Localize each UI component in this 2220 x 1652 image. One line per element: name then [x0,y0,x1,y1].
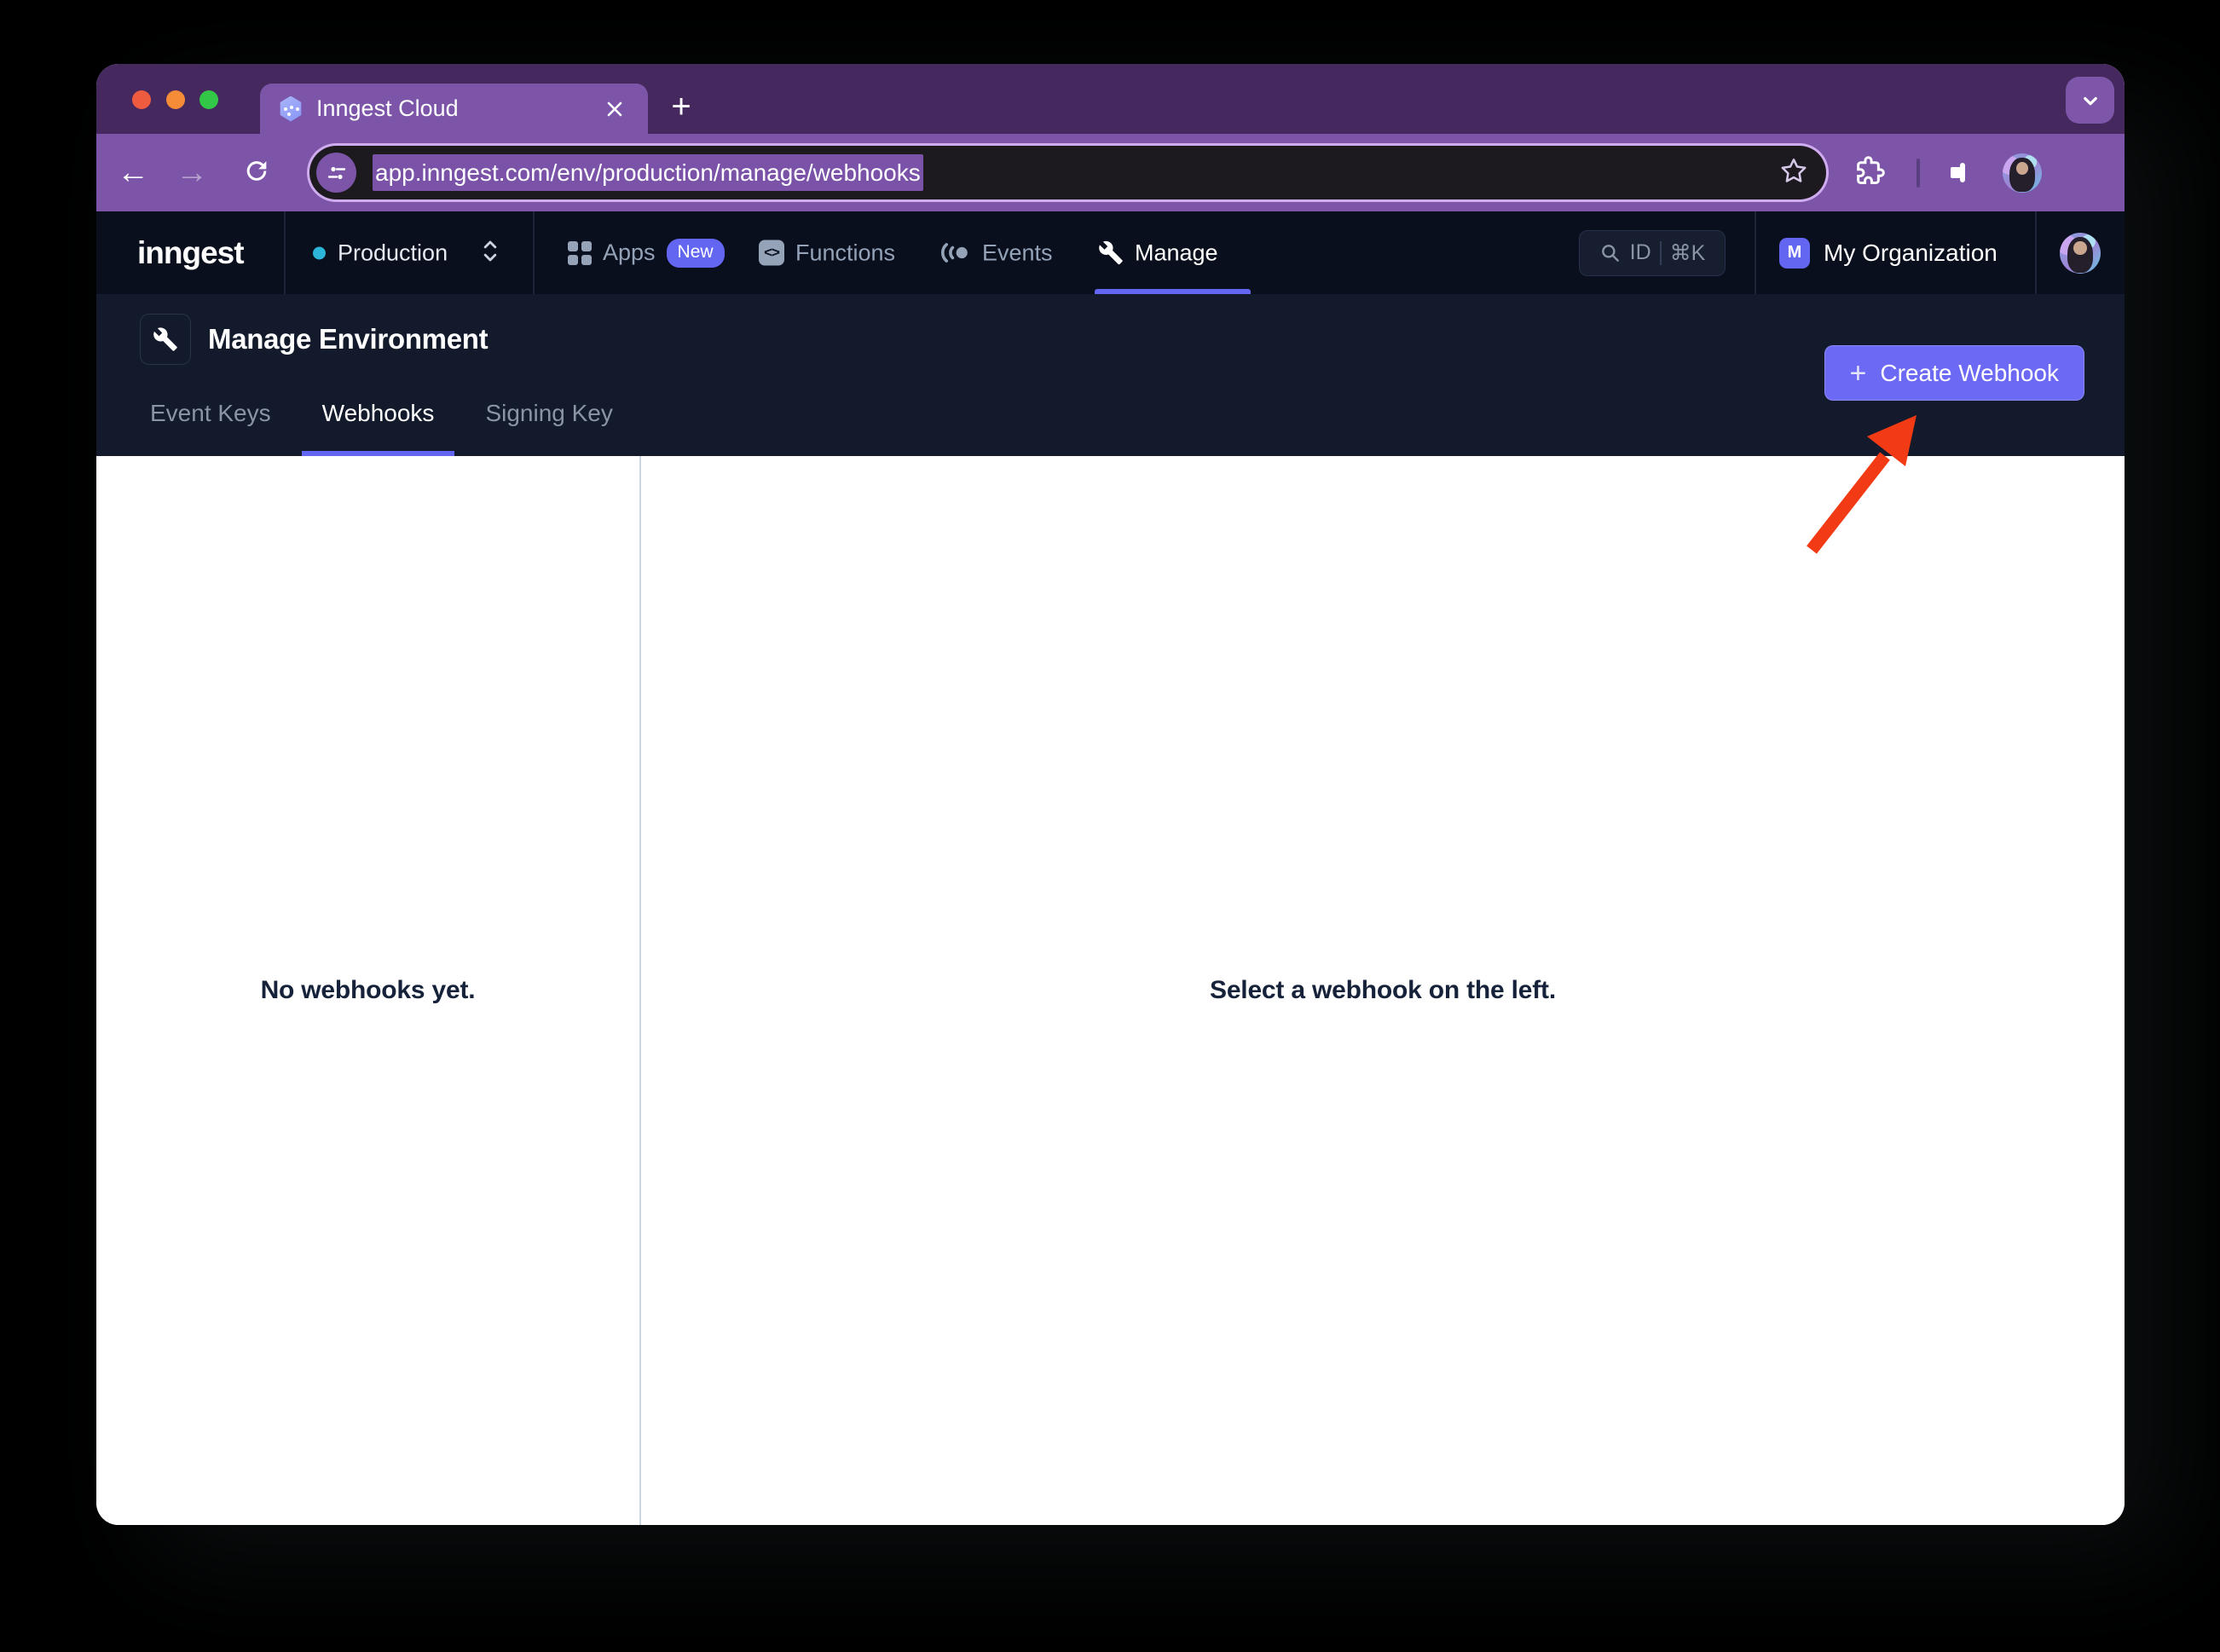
page-icon-box [140,314,191,365]
wrench-icon [153,326,178,352]
wrench-icon [1098,240,1124,266]
search-shortcut-box[interactable]: ID ⌘K [1579,230,1726,276]
nav-item-apps[interactable]: Apps New [568,239,725,268]
side-panel-button[interactable] [1960,165,1965,181]
close-window-button[interactable] [132,90,151,109]
environment-status-dot [313,246,326,259]
environment-unfold-icon[interactable] [478,236,502,269]
site-settings-button[interactable] [316,153,356,193]
nav-item-events[interactable]: Events [940,240,1053,266]
tab-search-chevron-button[interactable] [2066,77,2114,124]
tab-webhooks[interactable]: Webhooks [302,400,455,456]
back-button[interactable]: ← [117,154,149,191]
url-selected-text: app.inngest.com/env/production/manage/we… [373,154,923,191]
search-id-label: ID [1630,240,1651,265]
org-selector[interactable]: My Organization [1824,240,1997,267]
page-title: Manage Environment [208,323,488,355]
forward-button[interactable]: → [176,154,208,191]
toolbar-separator [1916,159,1920,188]
browser-tab-strip: Inngest Cloud + [96,64,2125,134]
address-bar[interactable]: app.inngest.com/env/production/manage/we… [309,146,1826,199]
user-avatar[interactable] [2060,233,2101,274]
webhook-detail-empty-message: Select a webhook on the left. [1210,976,1556,1005]
search-separator [1660,241,1662,265]
org-initial-badge: M [1779,238,1810,269]
create-webhook-button[interactable]: + Create Webhook [1824,345,2084,401]
search-icon [1599,242,1622,264]
new-badge: New [667,239,725,268]
inngest-favicon-icon [279,96,303,122]
environment-selector[interactable]: Production [338,240,448,266]
tune-icon [327,163,347,183]
functions-code-icon: <> [759,240,784,266]
webhooks-content: No webhooks yet. Select a webhook on the… [96,456,2125,1525]
puzzle-icon [1854,155,1885,186]
new-tab-button[interactable]: + [662,90,700,127]
tab-close-icon[interactable] [600,95,629,124]
tab-title: Inngest Cloud [316,95,600,122]
extensions-button[interactable] [1854,155,1885,190]
nav-divider [284,211,286,294]
reload-button[interactable] [242,156,271,189]
nav-divider [533,211,535,294]
manage-environment-header: Manage Environment Event Keys Webhooks S… [96,294,2125,456]
chevron-down-icon [2078,88,2103,113]
browser-profile-avatar[interactable] [2003,153,2042,193]
webhook-list-panel: No webhooks yet. [96,456,641,1525]
nav-divider [2035,211,2037,294]
side-panel-icon [1960,163,1965,182]
search-shortcut: ⌘K [1670,240,1706,266]
environment-tabs: Event Keys Webhooks Signing Key [130,400,633,456]
nav-item-functions[interactable]: <> Functions [759,240,895,266]
minimize-window-button[interactable] [166,90,185,109]
browser-tab[interactable]: Inngest Cloud [260,84,648,134]
browser-window: Inngest Cloud + ← → app.inngest.com/env [96,64,2125,1525]
events-signal-icon [940,240,971,266]
apps-grid-icon [568,241,592,265]
inngest-logo[interactable]: inngest [137,235,244,271]
tab-signing-key[interactable]: Signing Key [465,400,633,456]
webhook-detail-panel: Select a webhook on the left. [641,456,2125,1525]
tab-event-keys[interactable]: Event Keys [130,400,292,456]
browser-toolbar: ← → app.inngest.com/env/production/manag… [96,134,2125,211]
maximize-window-button[interactable] [199,90,218,109]
bookmark-star-icon[interactable] [1778,155,1809,190]
webhook-list-empty-message: No webhooks yet. [261,976,476,1005]
nav-item-manage[interactable]: Manage [1098,240,1218,266]
url-input[interactable]: app.inngest.com/env/production/manage/we… [373,159,923,187]
app-navbar: inngest Production Apps New <> Functions… [96,211,2125,294]
nav-divider [1755,211,1756,294]
